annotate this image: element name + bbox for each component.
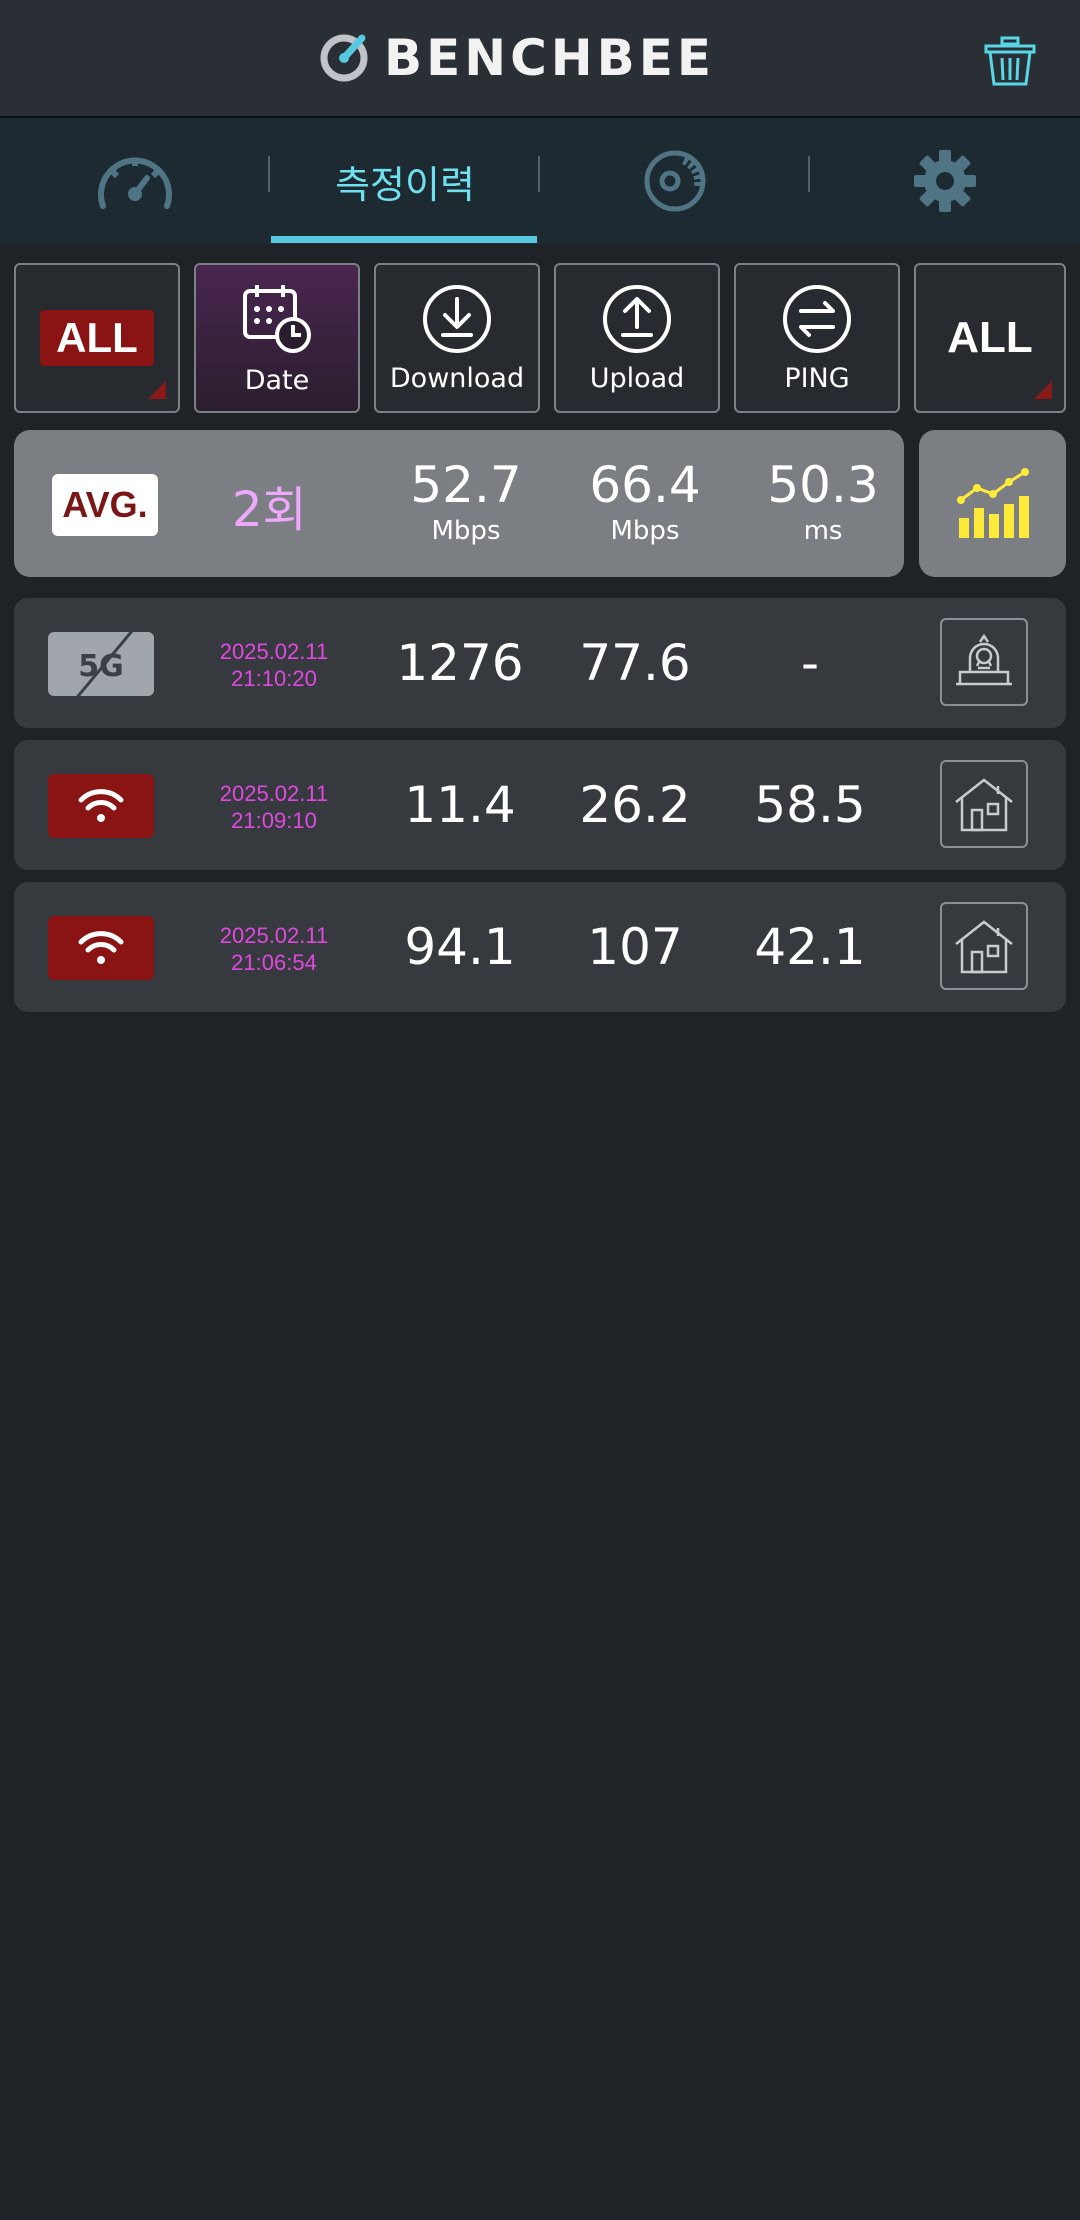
result-ping: 42.1: [754, 918, 866, 976]
graph-button[interactable]: [919, 430, 1066, 577]
sort-date-button[interactable]: Date: [194, 263, 360, 413]
result-datetime: 2025.02.11 21:10:20: [204, 638, 344, 692]
dropdown-corner-icon: [1034, 381, 1052, 399]
sort-download-label: Download: [389, 362, 525, 394]
result-ping: -: [800, 634, 820, 692]
trash-icon: [984, 36, 1036, 86]
result-datetime: 2025.02.11 21:09:10: [204, 780, 344, 834]
place-type-button[interactable]: [940, 618, 1028, 706]
result-upload: 107: [587, 918, 683, 976]
calendar-clock-icon: [243, 284, 311, 353]
benchbee-gauge-logo-icon: [320, 34, 368, 82]
result-time: 21:06:54: [231, 950, 317, 975]
sort-ping-label: PING: [784, 362, 850, 394]
wifi-icon: [78, 789, 124, 822]
app-logo: BENCHBEE: [318, 30, 715, 86]
result-download: 11.4: [404, 776, 516, 834]
delete-button[interactable]: [980, 30, 1040, 90]
avg-download: 52.7 Mbps: [396, 456, 536, 546]
network-filter-value: ALL: [40, 310, 154, 366]
result-date: 2025.02.11: [219, 639, 329, 664]
result-row[interactable]: 5G 2025.02.11 21:10:20 1276 77.6 -: [14, 598, 1066, 728]
dropdown-corner-icon: [148, 381, 166, 399]
result-download: 1276: [396, 634, 524, 692]
tab-history[interactable]: 측정이력: [270, 118, 540, 244]
location-filter-value: ALL: [947, 313, 1033, 362]
avg-badge: AVG.: [52, 474, 158, 536]
network-type-badge: [48, 774, 154, 838]
result-row[interactable]: 2025.02.11 21:09:10 11.4 26.2 58.5: [14, 740, 1066, 870]
5g-disabled-icon: 5G: [58, 613, 148, 719]
tab-speed-test[interactable]: [0, 118, 270, 244]
swap-arrows-icon: [783, 284, 851, 353]
place-type-button[interactable]: [940, 760, 1028, 848]
sort-upload-label: Upload: [589, 362, 685, 394]
sort-date-label: Date: [244, 364, 310, 396]
avg-upload: 66.4 Mbps: [575, 456, 715, 546]
result-datetime: 2025.02.11 21:06:54: [204, 922, 344, 976]
wifi-icon: [78, 931, 124, 964]
active-tab-indicator: [271, 236, 537, 243]
download-icon: [423, 284, 491, 353]
avg-download-value: 52.7: [410, 456, 522, 514]
sort-ping-button[interactable]: PING: [734, 263, 900, 413]
app-header: BENCHBEE: [0, 0, 1080, 118]
result-ping: 58.5: [754, 776, 866, 834]
place-type-button[interactable]: [940, 902, 1028, 990]
gear-icon: [914, 150, 976, 212]
avg-ping-unit: ms: [803, 516, 843, 546]
home-icon: [955, 920, 1013, 974]
tab-analysis[interactable]: [540, 118, 810, 244]
result-upload: 77.6: [579, 634, 691, 692]
result-time: 21:09:10: [231, 808, 317, 833]
avg-upload-unit: Mbps: [610, 516, 680, 546]
result-time: 21:10:20: [231, 666, 317, 691]
average-summary: AVG. 2회 52.7 Mbps 66.4 Mbps 50.3 ms: [14, 430, 904, 577]
tab-history-label: 측정이력: [335, 162, 475, 207]
result-row[interactable]: 2025.02.11 21:06:54 94.1 107 42.1: [14, 882, 1066, 1012]
main-tab-bar: 측정이력: [0, 118, 1080, 244]
network-filter-button[interactable]: ALL: [14, 263, 180, 413]
result-download: 94.1: [404, 918, 516, 976]
network-type-badge: [48, 916, 154, 980]
speedometer-icon: [98, 157, 172, 209]
disc-pie-icon: [644, 150, 706, 212]
chart-trend-icon: [956, 467, 1029, 538]
result-date: 2025.02.11: [219, 781, 329, 806]
avg-download-unit: Mbps: [431, 516, 501, 546]
sort-download-button[interactable]: Download: [374, 263, 540, 413]
location-filter-button[interactable]: ALL: [914, 263, 1066, 413]
measurement-count: 2회: [232, 482, 307, 538]
result-date: 2025.02.11: [219, 923, 329, 948]
avg-upload-value: 66.4: [589, 456, 701, 514]
avg-ping-value: 50.3: [767, 456, 879, 514]
tab-settings[interactable]: [810, 118, 1080, 244]
sort-upload-button[interactable]: Upload: [554, 263, 720, 413]
network-type-badge: 5G: [48, 613, 154, 719]
result-upload: 26.2: [579, 776, 691, 834]
home-icon: [955, 778, 1013, 832]
transport-station-icon: [956, 633, 1012, 686]
avg-ping: 50.3 ms: [753, 456, 893, 546]
upload-icon: [603, 284, 671, 353]
app-name: BENCHBEE: [384, 29, 716, 87]
